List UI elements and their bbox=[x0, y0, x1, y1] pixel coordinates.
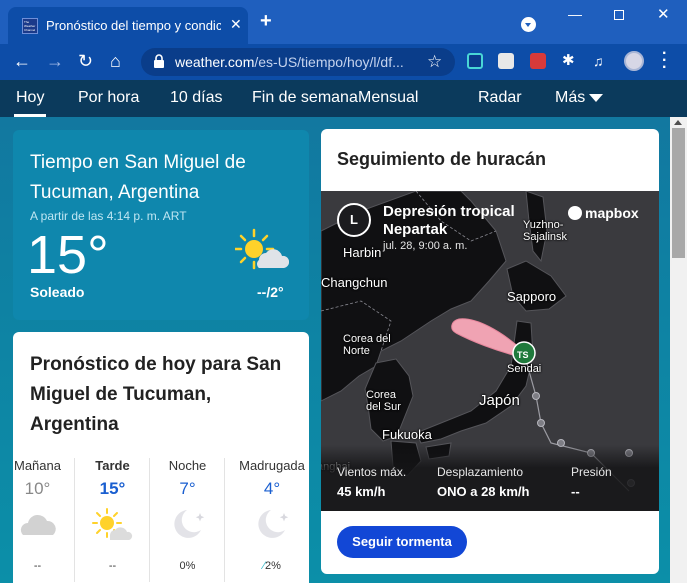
browser-toolbar: ← → ↻ ⌂ weather.com/es-US/tiempo/hoy/l/d… bbox=[0, 44, 687, 80]
moon-icon bbox=[258, 510, 289, 538]
nav-tab-radar[interactable]: Radar bbox=[478, 89, 522, 107]
period-name: Mañana bbox=[14, 458, 61, 473]
current-temperature: 15° bbox=[27, 225, 109, 285]
address-bar[interactable]: weather.com/es-US/tiempo/hoy/l/df... ☆ bbox=[141, 48, 455, 76]
today-forecast-title: Pronóstico de hoy para San Miguel de Tuc… bbox=[30, 354, 282, 435]
home-icon[interactable]: ⌂ bbox=[110, 50, 121, 72]
current-condition: Soleado bbox=[30, 284, 85, 300]
more-caret-icon[interactable] bbox=[589, 94, 603, 102]
map-label-sapporo: Sapporo bbox=[507, 289, 557, 304]
reload-icon[interactable]: ↻ bbox=[78, 50, 93, 72]
map-label-harbin: Harbin bbox=[343, 245, 382, 260]
period-name: Tarde bbox=[95, 458, 130, 473]
storm-stats-bar: Vientos máx. 45 km/h Desplazamiento ONO … bbox=[321, 445, 659, 511]
url-host: weather.com bbox=[175, 54, 255, 70]
forward-icon[interactable]: → bbox=[46, 50, 64, 72]
current-conditions-card: Tiempo en San Miguel de Tucuman, Argenti… bbox=[13, 130, 309, 320]
lock-icon bbox=[154, 54, 164, 68]
current-as-of: A partir de las 4:14 p. m. ART bbox=[30, 209, 187, 223]
storm-cone bbox=[451, 318, 522, 358]
hurricane-tracker-card: Seguimiento de huracán L Depresión tropi… bbox=[321, 129, 659, 574]
storm-category-label: TS bbox=[517, 350, 529, 360]
bookmark-star-icon[interactable]: ☆ bbox=[427, 52, 442, 72]
mapbox-logo-icon bbox=[568, 206, 582, 220]
minimize-window-icon[interactable]: — bbox=[568, 6, 582, 22]
reader-extension-icon[interactable] bbox=[498, 53, 514, 69]
red-extension-icon[interactable] bbox=[530, 53, 546, 69]
map-label-corea-sur: Corea del Sur bbox=[366, 389, 401, 413]
stat-value: -- bbox=[571, 484, 580, 499]
period-precip: -- bbox=[33, 560, 42, 572]
hurricane-title: Seguimiento de huracán bbox=[337, 149, 547, 169]
hurricane-map[interactable]: L Depresión tropical Nepartak jul. 28, 9… bbox=[321, 191, 659, 511]
scrollbar-thumb[interactable] bbox=[672, 128, 685, 258]
scroll-up-arrow-icon[interactable] bbox=[674, 120, 682, 125]
map-label-sendai: Sendai bbox=[507, 363, 542, 375]
back-icon[interactable]: ← bbox=[13, 50, 31, 72]
nav-tab-por-hora[interactable]: Por hora bbox=[78, 89, 139, 107]
nav-tab-10-dias[interactable]: 10 días bbox=[170, 89, 222, 107]
sun-cloud-icon bbox=[91, 508, 132, 540]
current-location-title: Tiempo en San Miguel de Tucuman, Argenti… bbox=[30, 152, 246, 203]
period-madrugada[interactable]: Madrugada 4° ⁄2% bbox=[235, 458, 309, 572]
mapbox-label: mapbox bbox=[585, 205, 639, 221]
nav-tab-mas[interactable]: Más bbox=[555, 89, 585, 107]
profile-avatar[interactable] bbox=[624, 51, 644, 71]
cloud-icon bbox=[20, 514, 56, 535]
period-temp: 7° bbox=[179, 479, 196, 498]
stat-max-wind: Vientos máx. 45 km/h bbox=[337, 465, 406, 499]
close-window-icon[interactable]: ✕ bbox=[657, 5, 670, 23]
partly-sunny-icon bbox=[235, 228, 289, 270]
period-precip-value: 2% bbox=[264, 560, 281, 572]
extensions-puzzle-icon[interactable]: ✱ bbox=[562, 53, 578, 69]
nav-tab-mensual[interactable]: Mensual bbox=[358, 89, 418, 107]
map-label-changchun: Changchun bbox=[321, 275, 388, 290]
map-label-japon: Japón bbox=[479, 392, 520, 409]
stat-value: ONO a 28 km/h bbox=[437, 484, 530, 499]
period-name: Madrugada bbox=[239, 458, 305, 473]
map-label-fukuoka: Fukuoka bbox=[382, 427, 432, 442]
map-label-corea-norte: Corea del Norte bbox=[343, 333, 391, 357]
stat-pressure: Presión -- bbox=[571, 465, 612, 499]
close-tab-icon[interactable]: ✕ bbox=[230, 16, 242, 33]
tab-title: Pronóstico del tiempo y condiciones bbox=[46, 18, 221, 33]
url-text: weather.com/es-US/tiempo/hoy/l/df... bbox=[175, 54, 404, 70]
period-temp: 4° bbox=[263, 479, 281, 498]
period-precip: ⁄2% bbox=[235, 560, 309, 572]
stat-value: 45 km/h bbox=[337, 484, 386, 499]
period-tarde[interactable]: Tarde 15° -- bbox=[76, 458, 150, 582]
period-manana[interactable]: Mañana 10° -- bbox=[1, 458, 75, 582]
nav-tab-fin-de-semana[interactable]: Fin de semana bbox=[252, 89, 358, 107]
today-forecast-card: Pronóstico de hoy para San Miguel de Tuc… bbox=[13, 332, 309, 583]
stat-label: Presión bbox=[571, 465, 612, 479]
period-temp: 10° bbox=[24, 479, 51, 498]
weather-channel-favicon: The Weather Channel bbox=[22, 18, 38, 34]
new-tab-icon[interactable]: + bbox=[260, 11, 272, 31]
track-storm-button[interactable]: Seguir tormenta bbox=[337, 526, 467, 558]
storm-type-badge: L bbox=[337, 203, 371, 237]
period-temp: 15° bbox=[99, 479, 126, 498]
current-hi-lo: --/2° bbox=[257, 284, 284, 300]
period-noche[interactable]: Noche 7° 0% bbox=[151, 458, 225, 582]
browser-menu-icon[interactable]: · · · bbox=[662, 46, 667, 76]
react-devtools-extension-icon[interactable] bbox=[467, 53, 483, 69]
stat-movement: Desplazamiento ONO a 28 km/h bbox=[437, 465, 529, 499]
maximize-window-icon[interactable] bbox=[614, 10, 624, 20]
period-precip: -- bbox=[108, 560, 117, 572]
browser-tab-strip: The Weather Channel Pronóstico del tiemp… bbox=[0, 0, 687, 44]
period-name: Noche bbox=[168, 458, 207, 473]
stat-label: Vientos máx. bbox=[337, 465, 407, 479]
media-queue-icon[interactable]: ♫ bbox=[593, 53, 609, 69]
moon-icon bbox=[173, 510, 204, 538]
url-path: /es-US/tiempo/hoy/l/df... bbox=[254, 54, 404, 70]
site-navigation: Hoy Por hora 10 días Fin de semana Mensu… bbox=[0, 80, 687, 117]
stat-label: Desplazamiento bbox=[437, 465, 524, 479]
storm-date: jul. 28, 9:00 a. m. bbox=[383, 240, 468, 252]
map-label-yuzhno: Yuzhno-Sajalinsk bbox=[523, 219, 568, 243]
browser-tab[interactable]: The Weather Channel Pronóstico del tiemp… bbox=[8, 7, 248, 44]
period-precip: 0% bbox=[179, 560, 196, 572]
nav-tab-hoy[interactable]: Hoy bbox=[13, 89, 47, 117]
tab-search-icon[interactable] bbox=[521, 17, 536, 32]
